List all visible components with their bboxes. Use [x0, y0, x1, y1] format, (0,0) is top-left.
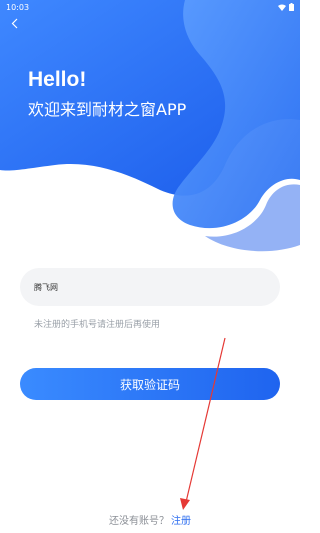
back-button[interactable]	[6, 14, 22, 32]
status-bar: 10:03	[0, 0, 300, 14]
status-time: 10:03	[6, 2, 30, 12]
greeting-title: Hello!	[28, 68, 87, 91]
footer-register-row: 还没有账号？ 注册	[0, 512, 300, 527]
wifi-icon	[278, 4, 286, 11]
register-link[interactable]: 注册	[171, 516, 191, 527]
phone-input-wrapper[interactable]	[20, 268, 280, 306]
back-arrow-icon	[11, 18, 17, 28]
battery-icon	[289, 3, 294, 11]
get-code-button[interactable]: 获取验证码	[20, 368, 280, 400]
register-hint: 未注册的手机号请注册后再使用	[34, 320, 161, 330]
no-account-text: 还没有账号？	[109, 516, 169, 527]
phone-input[interactable]	[32, 281, 268, 293]
welcome-subtitle: 欢迎来到耐材之窗APP	[28, 100, 187, 119]
header-background	[0, 0, 300, 252]
